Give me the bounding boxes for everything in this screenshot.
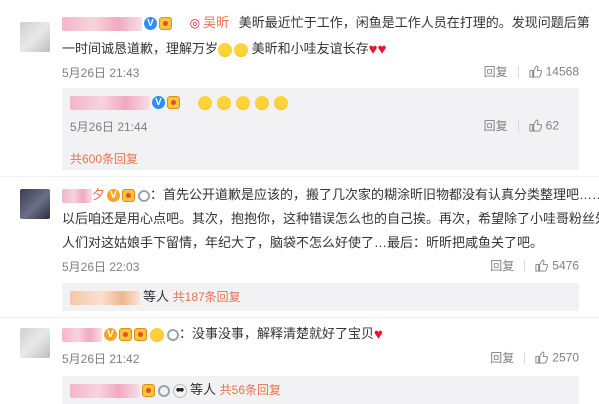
sub-reply-summary: 等人 共56条回复 (70, 380, 281, 400)
medal-icon (142, 384, 155, 398)
sunglasses-emoji-icon (150, 327, 164, 342)
divider (517, 65, 519, 78)
more-replies-link[interactable]: 共187条回复 (173, 290, 241, 304)
heart-emoji-icon: ♥ (368, 40, 378, 58)
verified-icon: V (107, 189, 121, 203)
verified-icon: V (104, 328, 117, 342)
hug-emoji-icon (197, 95, 212, 110)
comment-body: V ◎ 吴昕 美昕最近忙于工作，闲鱼是工作人员在打理的。发现问题后第 (62, 13, 590, 33)
comment-actions: 回复 14568 (484, 63, 579, 80)
more-replies-link[interactable]: 共600条回复 (70, 150, 138, 167)
username[interactable] (62, 188, 92, 203)
comment-text-line3: 人们对这姑娘手下留情，年纪大了，脑袋不怎么好使了…最后：昕昕把咸鱼关了吧。 (62, 235, 544, 250)
hug-emoji-icon (234, 42, 249, 57)
reply-button[interactable]: 回复 (484, 119, 508, 133)
comment-text-line2a: 一时间诚恳道歉，理解万岁 (62, 41, 219, 56)
reply-box: 等人 共187条回复 (62, 283, 579, 311)
heart-emoji-icon: ♥ (374, 325, 383, 343)
reply-box: V 5月26日 21:44 回复 62 共600条回复 (62, 88, 579, 170)
comment-date: 5月26日 22:03 (62, 260, 140, 274)
like-count: 14568 (545, 64, 579, 79)
reply-box: 等人 共56条回复 (62, 376, 579, 404)
divider (524, 259, 526, 272)
divider (524, 351, 526, 364)
more-replies-link[interactable]: 共56条回复 (220, 383, 281, 397)
comment-3: V ：没事没事，解释清楚就好了宝贝♥ 5月26日 21:42 回复 2570 等人 … (0, 318, 599, 404)
author-tag-link[interactable]: 吴昕 (203, 13, 229, 33)
panda-emoji-icon (173, 383, 187, 398)
username[interactable] (62, 327, 102, 342)
like-icon[interactable] (529, 119, 542, 132)
comment-text-line1: ：首先公开道歉是应该的，搬了几次家的糊涂昕旧物都没有认真分类整理吧…… (150, 187, 599, 202)
comment-1: V ◎ 吴昕 美昕最近忙于工作，闲鱼是工作人员在打理的。发现问题后第 一时间诚恳道… (0, 0, 599, 176)
comment-date: 5月26日 21:43 (62, 66, 140, 80)
username[interactable] (70, 383, 140, 398)
badge-icon (158, 384, 170, 397)
verified-icon: V (144, 17, 157, 31)
sub-reply-date: 5月26日 21:44 (70, 120, 148, 134)
reply-button[interactable]: 回复 (484, 65, 508, 79)
sub-reply-actions: 回复 62 (484, 117, 559, 134)
username-suffix[interactable]: 夕 (92, 185, 105, 205)
avatar[interactable] (20, 22, 50, 52)
verified-icon: V (152, 96, 165, 110)
like-icon[interactable] (535, 259, 549, 272)
medal-icon (134, 328, 147, 342)
username[interactable] (70, 95, 150, 110)
comment-text-line1: ：没事没事，解释清楚就好了宝贝 (179, 326, 375, 341)
sub-reply-summary: 等人 共187条回复 (70, 287, 241, 307)
like-icon[interactable] (535, 351, 549, 364)
hug-emoji-icon (216, 95, 231, 110)
comment-actions: 回复 5476 (490, 257, 579, 274)
sub-text: 等人 (190, 382, 217, 397)
sub-reply: V (70, 92, 288, 112)
username[interactable] (62, 16, 142, 31)
reply-button[interactable]: 回复 (490, 351, 514, 365)
like-icon[interactable] (529, 65, 542, 78)
like-count: 62 (545, 118, 559, 133)
medal-icon (122, 189, 136, 203)
heart-emoji-icon: ♥ (377, 40, 387, 58)
avatar[interactable] (20, 328, 50, 358)
badge-icon (167, 328, 179, 341)
medal-icon (159, 17, 172, 31)
divider (517, 119, 519, 132)
badge-icon (138, 189, 151, 202)
like-count: 5476 (552, 258, 579, 273)
hug-emoji-icon (273, 95, 288, 110)
hug-emoji-icon (218, 42, 233, 57)
medal-icon (119, 328, 132, 342)
username[interactable] (70, 290, 140, 305)
comment-body: 夕 V ：首先公开道歉是应该的，搬了几次家的糊涂昕旧物都没有认真分类整理吧…… (62, 185, 599, 205)
sub-text: 等人 (143, 289, 170, 304)
hug-emoji-icon (235, 95, 250, 110)
comment-actions: 回复 2570 (490, 349, 579, 366)
like-count: 2570 (552, 350, 579, 365)
comment-text-line2: 以后咱还是用心点吧。其次，抱抱你，这种错误怎么也的自己挨。再次，希望除了小哇哥粉… (62, 211, 599, 226)
medal-icon (167, 96, 180, 110)
comment-text-line2-wrap: 一时间诚恳道歉，理解万岁 美昕和小哇友谊长存♥♥ (62, 39, 386, 59)
avatar[interactable] (20, 189, 50, 219)
hug-emoji-icon (254, 95, 269, 110)
comment-2: 夕 V ：首先公开道歉是应该的，搬了几次家的糊涂昕旧物都没有认真分类整理吧…… 以后… (0, 177, 599, 317)
comment-date: 5月26日 21:42 (62, 352, 140, 366)
comment-text-line1: 美昕最近忙于工作，闲鱼是工作人员在打理的。发现问题后第 (238, 15, 590, 30)
comment-body: V ：没事没事，解释清楚就好了宝贝♥ (62, 324, 383, 344)
comment-text-line2b: 美昕和小哇友谊长存 (251, 41, 369, 56)
weibo-logo-icon: ◎ (189, 16, 201, 30)
reply-button[interactable]: 回复 (490, 259, 514, 273)
